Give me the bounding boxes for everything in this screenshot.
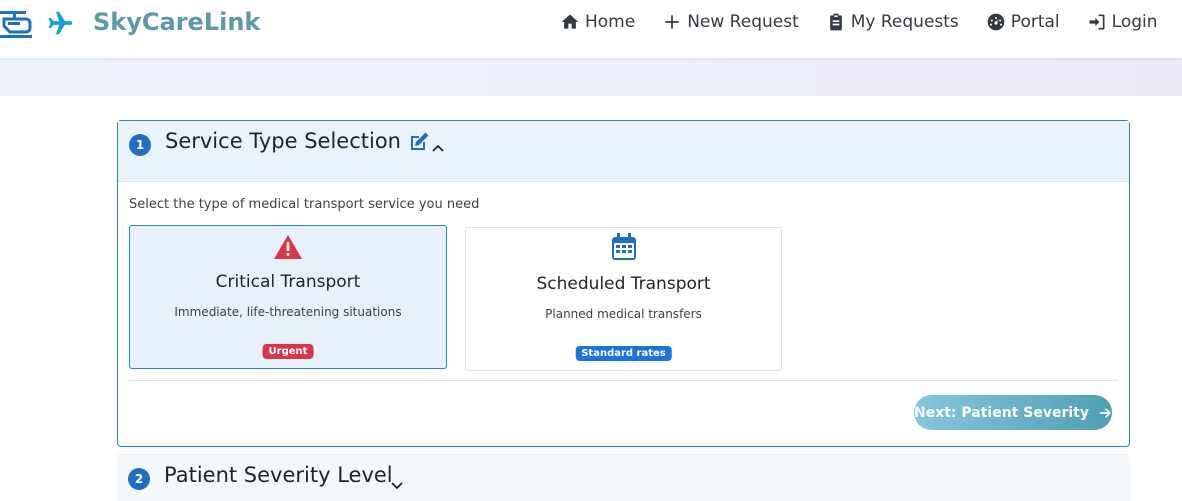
arrow-right-icon [1099,407,1111,418]
brand-name: SkyCareLink [93,8,261,36]
standard-rates-badge: Standard rates [575,346,672,361]
calendar-icon [611,233,636,260]
option-critical-transport[interactable]: Critical Transport Immediate, life-threa… [129,225,447,369]
nav-portal[interactable]: Portal [986,12,1060,32]
gauge-icon [987,13,1005,31]
airplane-icon [48,11,73,35]
nav-new-request[interactable]: New Request [662,12,799,32]
nav-login-label: Login [1111,12,1158,32]
edit-icon[interactable] [407,130,431,154]
nav-new-request-label: New Request [687,12,799,32]
login-icon [1089,14,1105,30]
option-description: Immediate, life-threatening situations [174,305,402,319]
nav-login[interactable]: Login [1087,12,1158,32]
step-title: Service Type Selection [165,129,401,153]
top-navbar: SkyCareLink Home New Request My Requests… [0,0,1182,58]
step-card-patient-severity[interactable]: 2 Patient Severity Level [117,454,1130,501]
warning-triangle-icon [274,235,302,259]
step-header[interactable]: 1 Service Type Selection [118,121,1129,182]
nav-my-requests[interactable]: My Requests [826,12,959,32]
option-title: Scheduled Transport [536,274,711,294]
option-title: Critical Transport [215,272,361,292]
clipboard-icon [829,13,842,31]
option-scheduled-transport[interactable]: Scheduled Transport Planned medical tran… [465,227,782,371]
step-title: Patient Severity Level [164,463,393,487]
urgent-badge: Urgent [262,344,314,359]
next-patient-severity-button[interactable]: Next: Patient Severity [914,395,1112,430]
hero-band [0,58,1182,96]
home-icon [561,14,579,29]
nav-portal-label: Portal [1010,12,1060,32]
chevron-up-icon[interactable] [431,141,445,155]
step-instruction: Select the type of medical transport ser… [129,197,480,212]
nav-menu: Home New Request My Requests Portal Logi… [560,0,1182,44]
chevron-down-icon[interactable] [390,479,404,493]
divider [129,380,1118,381]
step-card-service-type: 1 Service Type Selection Select the type… [117,120,1130,447]
step-number-badge: 2 [128,468,150,490]
step-number-badge: 1 [129,134,151,156]
next-button-label: Next: Patient Severity [914,404,1089,421]
plus-icon [665,15,679,29]
option-description: Planned medical transfers [545,307,702,321]
helicopter-icon [0,11,32,38]
nav-my-requests-label: My Requests [850,12,959,32]
nav-home[interactable]: Home [560,12,635,32]
nav-home-label: Home [585,12,636,32]
